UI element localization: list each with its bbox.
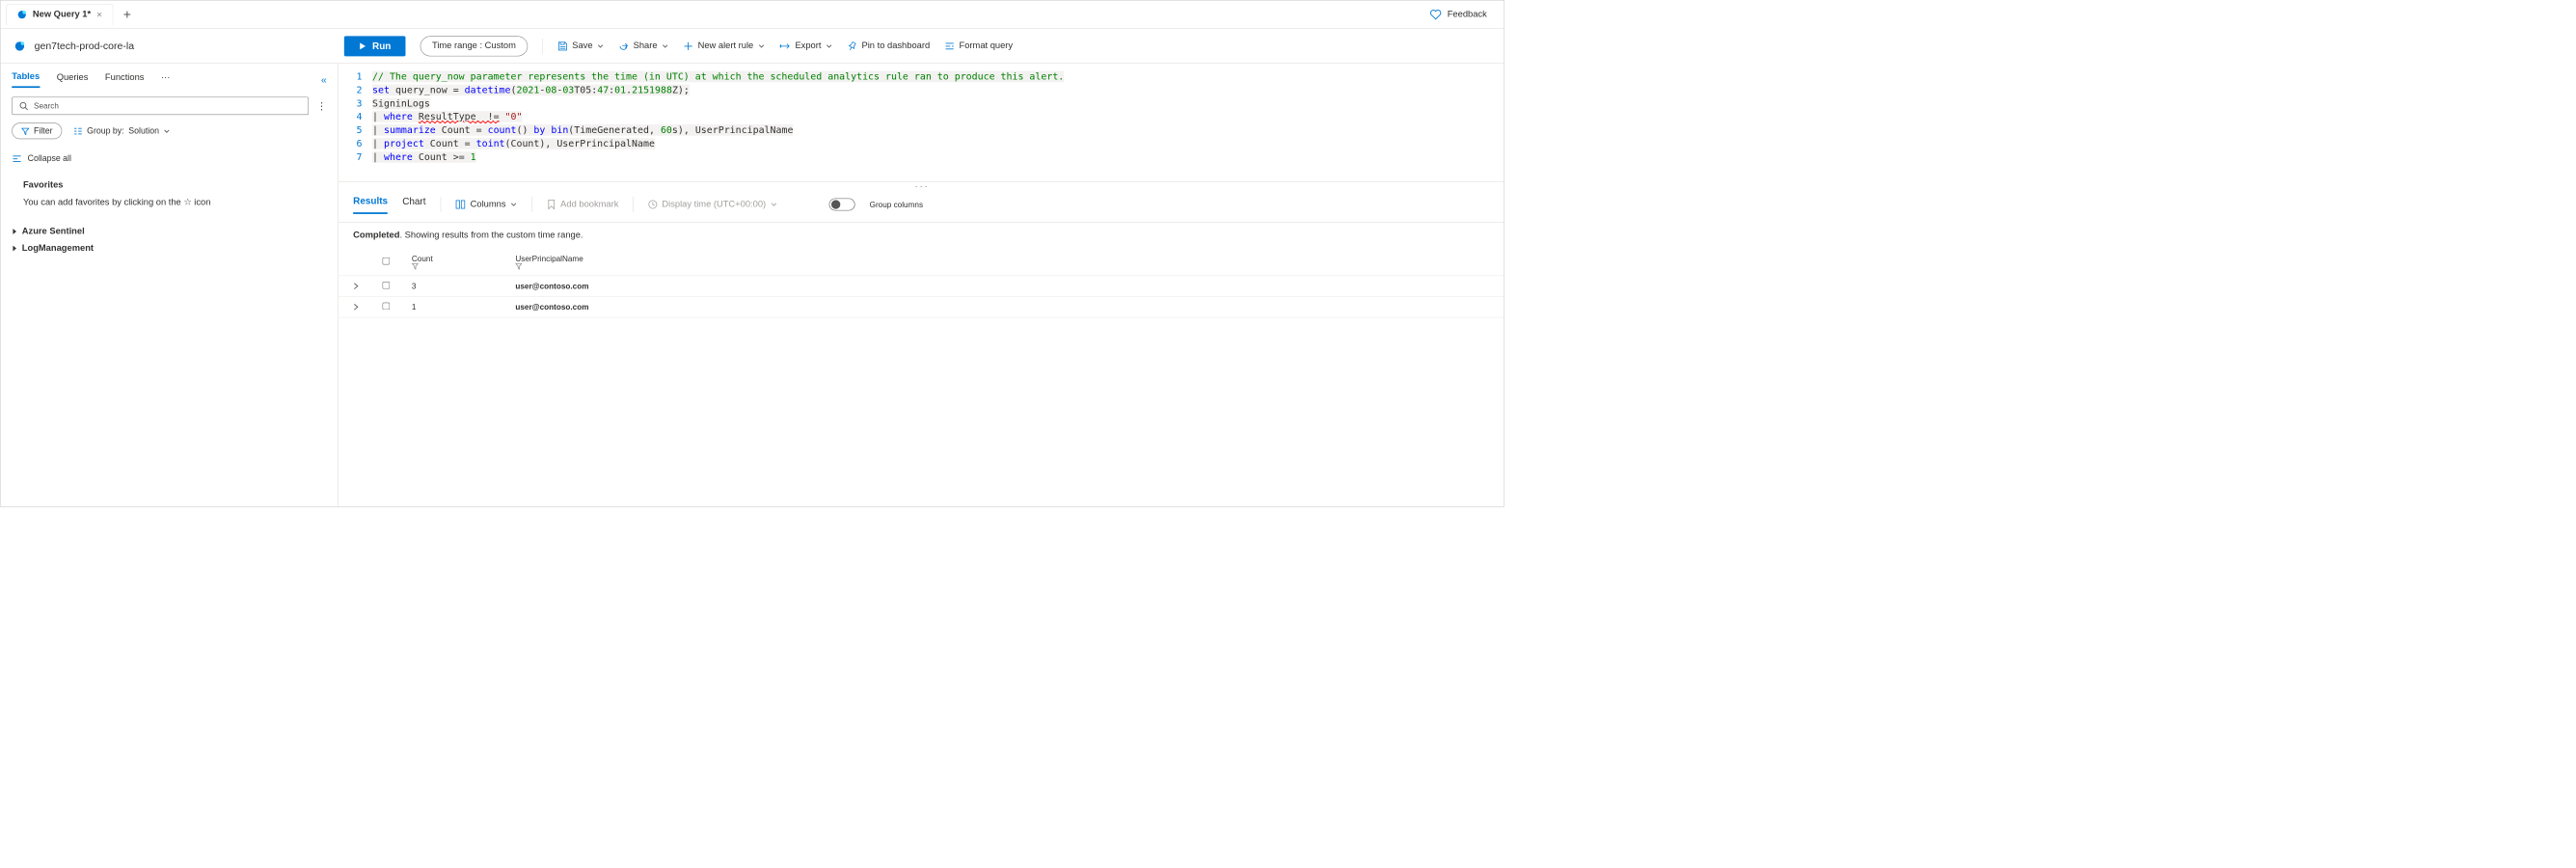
tab-functions[interactable]: Functions bbox=[105, 72, 145, 87]
filter-icon bbox=[21, 127, 29, 135]
filter-icon[interactable] bbox=[412, 262, 502, 269]
row-checkbox[interactable] bbox=[383, 302, 398, 311]
play-icon bbox=[359, 42, 366, 50]
clock-icon bbox=[648, 200, 657, 208]
save-button[interactable]: Save bbox=[557, 41, 604, 51]
new-alert-button[interactable]: New alert rule bbox=[683, 41, 765, 51]
query-editor[interactable]: 1// The query_now parameter represents t… bbox=[339, 64, 1504, 181]
chevron-down-icon bbox=[164, 127, 171, 134]
column-header-upn[interactable]: UserPrincipalName bbox=[515, 254, 1489, 269]
tab-chart[interactable]: Chart bbox=[402, 196, 425, 213]
workspace-selector[interactable]: gen7tech-prod-core-la bbox=[1, 40, 339, 51]
chevron-down-icon bbox=[662, 42, 668, 49]
tab-queries[interactable]: Queries bbox=[57, 72, 89, 87]
share-icon bbox=[618, 41, 629, 51]
heart-icon bbox=[1429, 8, 1442, 20]
feedback-link[interactable]: Feedback bbox=[1429, 8, 1498, 20]
favorites-heading: Favorites bbox=[12, 180, 326, 191]
workspace-name: gen7tech-prod-core-la bbox=[35, 40, 134, 51]
favorites-help-text: You can add favorites by clicking on the… bbox=[12, 196, 305, 209]
chevron-down-icon bbox=[826, 42, 832, 49]
close-icon[interactable]: × bbox=[96, 9, 102, 20]
add-bookmark-button[interactable]: Add bookmark bbox=[547, 200, 618, 210]
filter-button[interactable]: Filter bbox=[12, 122, 62, 139]
new-tab-button[interactable]: + bbox=[123, 7, 131, 22]
pin-button[interactable]: Pin to dashboard bbox=[847, 41, 930, 51]
group-columns-toggle[interactable] bbox=[829, 199, 855, 211]
cell-upn: user@contoso.com bbox=[515, 282, 1489, 290]
save-icon bbox=[557, 41, 568, 51]
filter-icon[interactable] bbox=[515, 262, 1489, 269]
run-button[interactable]: Run bbox=[344, 36, 406, 56]
plus-icon bbox=[683, 41, 693, 51]
query-tab-title: New Query 1* bbox=[33, 10, 91, 20]
cell-count: 3 bbox=[412, 282, 502, 290]
collapse-sidebar-icon[interactable]: « bbox=[321, 74, 327, 86]
group-columns-label: Group columns bbox=[870, 200, 923, 208]
select-all-checkbox[interactable] bbox=[383, 258, 398, 266]
cell-upn: user@contoso.com bbox=[515, 302, 1489, 311]
collapse-all-button[interactable]: Collapse all bbox=[12, 153, 326, 163]
more-tabs[interactable]: ··· bbox=[161, 72, 170, 87]
search-icon bbox=[19, 101, 28, 110]
bookmark-icon bbox=[547, 200, 556, 210]
chevron-down-icon bbox=[758, 42, 765, 49]
pin-icon bbox=[847, 41, 857, 51]
tree-item-log-management[interactable]: LogManagement bbox=[12, 240, 326, 258]
share-button[interactable]: Share bbox=[618, 41, 668, 51]
columns-button[interactable]: Columns bbox=[455, 200, 517, 210]
sidebar: Tables Queries Functions ··· « Search ⋮ … bbox=[1, 64, 339, 507]
cell-count: 1 bbox=[412, 302, 502, 311]
column-header-count[interactable]: Count bbox=[412, 254, 502, 269]
chevron-right-icon bbox=[12, 229, 17, 235]
sidebar-more-icon[interactable]: ⋮ bbox=[316, 100, 327, 112]
table-row[interactable]: 1 user@contoso.com bbox=[339, 297, 1504, 318]
export-button[interactable]: Export bbox=[779, 41, 832, 51]
row-checkbox[interactable] bbox=[383, 282, 398, 290]
expand-row-icon[interactable] bbox=[353, 283, 368, 289]
toolbar: gen7tech-prod-core-la Run Time range : C… bbox=[1, 29, 1505, 64]
table-row[interactable]: 3 user@contoso.com bbox=[339, 276, 1504, 297]
chevron-down-icon bbox=[771, 202, 777, 208]
chevron-down-icon bbox=[510, 202, 517, 208]
tab-bar: New Query 1* × + Feedback bbox=[1, 1, 1505, 29]
status-message: Completed. Showing results from the cust… bbox=[339, 222, 1504, 248]
time-range-selector[interactable]: Time range : Custom bbox=[420, 36, 528, 56]
group-icon bbox=[73, 126, 82, 135]
query-tab[interactable]: New Query 1* × bbox=[6, 4, 113, 25]
tab-results[interactable]: Results bbox=[353, 195, 388, 213]
display-time-button[interactable]: Display time (UTC+00:00) bbox=[648, 200, 776, 210]
results-toolbar: Results Chart Columns Add bookmark Displ… bbox=[339, 187, 1504, 222]
tab-tables[interactable]: Tables bbox=[12, 71, 40, 88]
workspace-icon bbox=[14, 41, 26, 52]
search-input[interactable]: Search bbox=[12, 96, 309, 115]
chevron-right-icon bbox=[12, 245, 17, 252]
expand-row-icon[interactable] bbox=[353, 304, 368, 311]
columns-icon bbox=[455, 200, 466, 208]
format-button[interactable]: Format query bbox=[944, 41, 1013, 51]
group-by-selector[interactable]: Group by: Solution bbox=[73, 126, 171, 136]
export-icon bbox=[779, 41, 791, 51]
tree-item-azure-sentinel[interactable]: Azure Sentinel bbox=[12, 223, 326, 240]
format-icon bbox=[944, 41, 955, 51]
collapse-icon bbox=[12, 154, 22, 162]
chevron-down-icon bbox=[597, 42, 604, 49]
query-icon bbox=[17, 10, 28, 20]
results-table: Count UserPrincipalName 3 user@contoso.c… bbox=[339, 248, 1504, 317]
